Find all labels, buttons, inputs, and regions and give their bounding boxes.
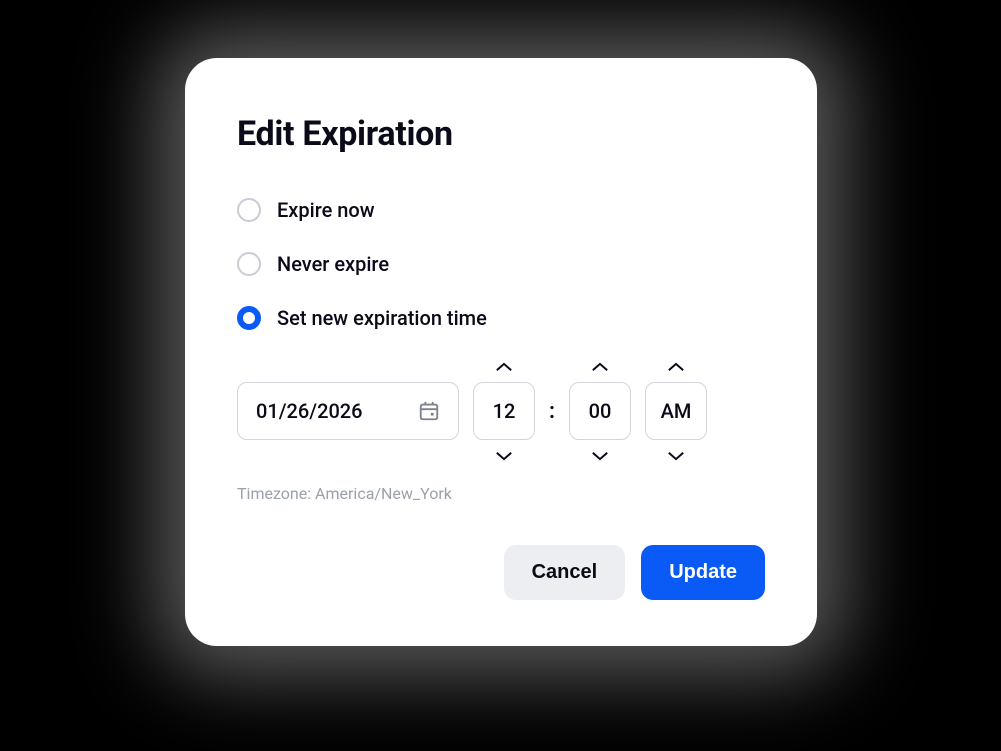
edit-expiration-dialog: Edit Expiration Expire now Never expire …	[185, 58, 817, 646]
update-button[interactable]: Update	[641, 545, 765, 600]
dialog-title: Edit Expiration	[237, 114, 765, 154]
chevron-down-icon	[495, 450, 513, 461]
period-down-button[interactable]	[666, 448, 686, 462]
timezone-label: Timezone: America/New_York	[237, 484, 765, 503]
option-expire-now[interactable]: Expire now	[237, 198, 765, 222]
datetime-picker: 01/26/2026 12 : 00	[237, 360, 765, 462]
date-input[interactable]: 01/26/2026	[237, 382, 459, 440]
hour-stepper: 12	[473, 360, 535, 462]
chevron-down-icon	[667, 450, 685, 461]
dialog-actions: Cancel Update	[237, 545, 765, 600]
cancel-button[interactable]: Cancel	[504, 545, 626, 600]
hour-input[interactable]: 12	[473, 382, 535, 440]
radio-icon	[237, 198, 261, 222]
minute-up-button[interactable]	[590, 360, 610, 374]
minute-stepper: 00	[569, 360, 631, 462]
chevron-up-icon	[495, 362, 513, 373]
expiration-options: Expire now Never expire Set new expirati…	[237, 198, 765, 330]
calendar-icon	[418, 400, 440, 422]
time-separator: :	[549, 399, 555, 424]
date-value: 01/26/2026	[256, 399, 363, 423]
option-label: Expire now	[277, 198, 375, 222]
chevron-down-icon	[591, 450, 609, 461]
option-set-new-expiration[interactable]: Set new expiration time	[237, 306, 765, 330]
chevron-up-icon	[667, 362, 685, 373]
hour-up-button[interactable]	[494, 360, 514, 374]
option-label: Set new expiration time	[277, 306, 487, 330]
period-up-button[interactable]	[666, 360, 686, 374]
minute-input[interactable]: 00	[569, 382, 631, 440]
option-never-expire[interactable]: Never expire	[237, 252, 765, 276]
chevron-up-icon	[591, 362, 609, 373]
period-stepper: AM	[645, 360, 707, 462]
option-label: Never expire	[277, 252, 389, 276]
period-input[interactable]: AM	[645, 382, 707, 440]
hour-down-button[interactable]	[494, 448, 514, 462]
minute-down-button[interactable]	[590, 448, 610, 462]
radio-icon-selected	[237, 306, 261, 330]
radio-icon	[237, 252, 261, 276]
